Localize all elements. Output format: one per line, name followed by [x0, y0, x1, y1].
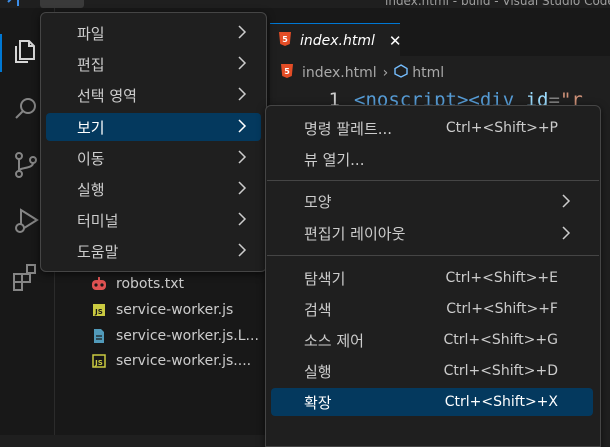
file-name: service-worker.js....	[116, 353, 252, 369]
menu-item-help[interactable]: 도움말	[46, 237, 261, 265]
menu-item-file[interactable]: 파일	[46, 19, 261, 47]
chevron-right-icon	[237, 23, 247, 41]
chevron-right-icon	[237, 85, 247, 103]
menu-item-label: 도움말	[77, 242, 119, 261]
menu-item-label: 파일	[77, 24, 105, 43]
menu-item-terminal[interactable]: 터미널	[46, 206, 261, 234]
menu-item-label: 편집기 레이아웃	[304, 224, 406, 243]
js-file-icon: JS	[90, 353, 108, 369]
js-file-icon: JS	[90, 302, 108, 318]
menu-item-command-palette[interactable]: 명령 팔레트... Ctrl+<Shift>+P	[271, 114, 593, 142]
breadcrumb-symbol[interactable]: html	[412, 65, 444, 81]
view-submenu: 명령 팔레트... Ctrl+<Shift>+P 뷰 열기... 모양 편집기 …	[265, 105, 601, 447]
file-item-robots[interactable]: robots.txt	[90, 272, 184, 296]
chevron-right-icon	[561, 192, 571, 210]
svg-text:5: 5	[282, 35, 288, 44]
menu-item-extensions[interactable]: 확장 Ctrl+<Shift>+X	[271, 388, 593, 416]
breadcrumb: 5 index.html › html	[280, 62, 444, 84]
menu-item-editor-layout[interactable]: 편집기 레이아웃	[271, 219, 593, 247]
html-file-icon: 5	[280, 63, 294, 83]
menu-item-source-control[interactable]: 소스 제어 Ctrl+<Shift>+G	[271, 326, 593, 354]
menu-item-selection[interactable]: 선택 영역	[46, 81, 261, 109]
shortcut-label: Ctrl+<Shift>+X	[444, 394, 558, 410]
title-bar: index.html - build - Visual Studio Code	[0, 0, 610, 8]
menu-item-label: 뷰 열기...	[304, 150, 365, 169]
active-indicator	[0, 34, 2, 72]
menu-separator	[267, 255, 599, 256]
file-name: service-worker.js.L...	[116, 328, 259, 344]
file-item-service-worker-license[interactable]: service-worker.js.L...	[90, 324, 259, 348]
menu-item-label: 명령 팔레트...	[304, 119, 393, 138]
file-name: service-worker.js	[116, 302, 234, 318]
robot-icon	[90, 276, 108, 292]
main-menu: 파일 편집 선택 영역 보기 이동 실행 터미널 도움말	[40, 12, 267, 272]
tab-label: index.html	[300, 32, 375, 49]
file-name: robots.txt	[116, 276, 184, 292]
vscode-logo-icon	[6, 0, 20, 6]
svg-text:JS: JS	[94, 308, 103, 316]
chevron-right-icon	[237, 179, 247, 197]
menu-item-label: 모양	[304, 192, 332, 211]
menu-item-label: 편집	[77, 55, 105, 74]
file-item-service-worker-map[interactable]: JS service-worker.js....	[90, 349, 251, 373]
chevron-right-icon	[237, 210, 247, 228]
menu-item-view[interactable]: 보기	[46, 113, 261, 141]
chevron-right-icon	[561, 224, 571, 242]
menu-item-label: 터미널	[77, 211, 119, 230]
menu-item-search[interactable]: 검색 Ctrl+<Shift>+F	[271, 295, 593, 323]
shortcut-label: Ctrl+<Shift>+G	[443, 332, 558, 348]
shortcut-label: Ctrl+<Shift>+E	[445, 270, 559, 286]
menu-item-label: 실행	[304, 362, 332, 381]
menu-item-label: 보기	[77, 118, 105, 137]
svg-text:JS: JS	[94, 359, 103, 367]
tab-index-html[interactable]: 5 index.html ✕	[270, 23, 402, 57]
close-icon[interactable]: ✕	[389, 32, 402, 50]
menu-item-run[interactable]: 실행	[46, 175, 261, 203]
chevron-right-icon	[237, 54, 247, 72]
extensions-icon[interactable]	[11, 262, 41, 292]
menu-item-appearance[interactable]: 모양	[271, 187, 593, 215]
shortcut-label: Ctrl+<Shift>+P	[445, 120, 558, 136]
breadcrumb-file[interactable]: index.html	[302, 65, 377, 81]
shortcut-label: Ctrl+<Shift>+D	[443, 363, 558, 379]
menu-item-label: 탐색기	[304, 269, 346, 288]
chevron-right-icon	[237, 117, 247, 135]
chevron-right-icon: ›	[382, 65, 389, 81]
menu-item-label: 선택 영역	[77, 86, 137, 105]
menu-item-run-view[interactable]: 실행 Ctrl+<Shift>+D	[271, 357, 593, 385]
menu-item-go[interactable]: 이동	[46, 144, 261, 172]
menu-item-label: 확장	[304, 393, 332, 412]
menu-item-explorer[interactable]: 탐색기 Ctrl+<Shift>+E	[271, 264, 593, 292]
menu-item-label: 검색	[304, 300, 332, 319]
html-element-icon	[394, 64, 408, 82]
chevron-right-icon	[237, 241, 247, 259]
search-icon[interactable]	[11, 94, 41, 124]
menu-item-label: 이동	[77, 149, 105, 168]
menu-button[interactable]	[40, 0, 84, 8]
source-control-icon[interactable]	[11, 150, 41, 180]
menu-item-label: 소스 제어	[304, 331, 364, 350]
shortcut-label: Ctrl+<Shift>+F	[446, 301, 558, 317]
menu-separator	[267, 180, 599, 181]
menu-item-open-view[interactable]: 뷰 열기...	[271, 145, 593, 173]
menu-item-edit[interactable]: 편집	[46, 50, 261, 78]
explorer-icon[interactable]	[11, 36, 41, 66]
window-title: index.html - build - Visual Studio Code	[385, 0, 610, 8]
svg-text:5: 5	[284, 67, 290, 76]
file-icon	[90, 328, 108, 344]
run-debug-icon[interactable]	[11, 206, 41, 236]
chevron-right-icon	[237, 148, 247, 166]
file-item-service-worker-js[interactable]: JS service-worker.js	[90, 298, 233, 322]
html-file-icon: 5	[278, 31, 292, 51]
menu-item-label: 실행	[77, 180, 105, 199]
